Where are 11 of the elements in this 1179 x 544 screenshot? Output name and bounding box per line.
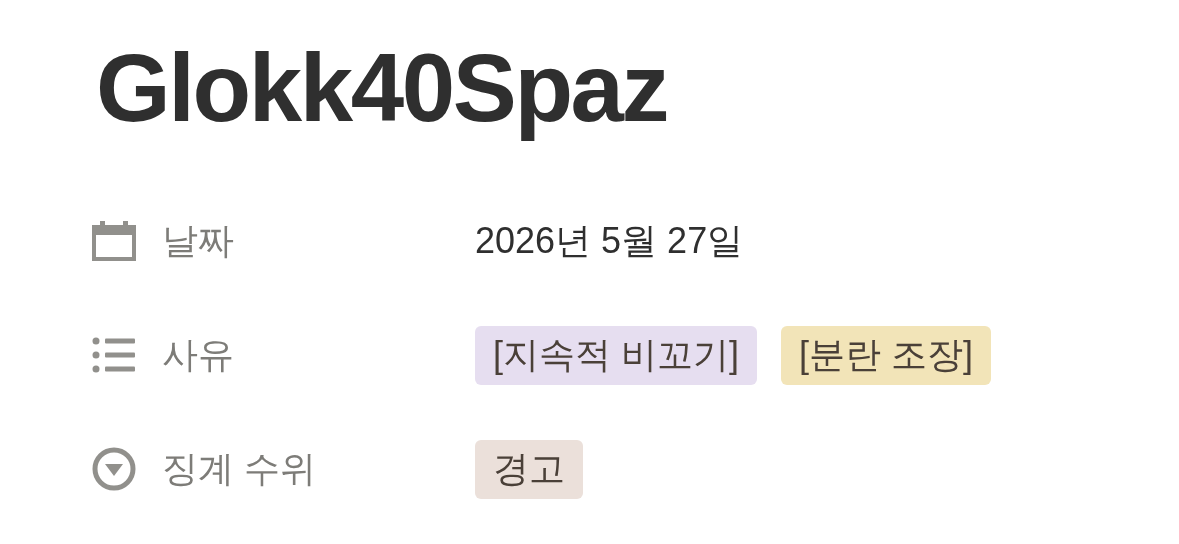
list-icon [92, 337, 136, 373]
property-label: 사유 [162, 333, 234, 377]
property-value: 2026년 5월 27일 [475, 219, 744, 263]
property-label: 날짜 [162, 219, 234, 263]
page-title: Glokk40Spaz [95, 33, 669, 143]
property-label: 징계 수위 [162, 447, 316, 491]
calendar-icon [92, 221, 136, 261]
tag: 경고 [475, 439, 583, 499]
tag: [지속적 비꼬기] [475, 325, 757, 385]
tag: [분란 조장] [781, 325, 992, 385]
dropdown-circle-icon [92, 447, 136, 491]
